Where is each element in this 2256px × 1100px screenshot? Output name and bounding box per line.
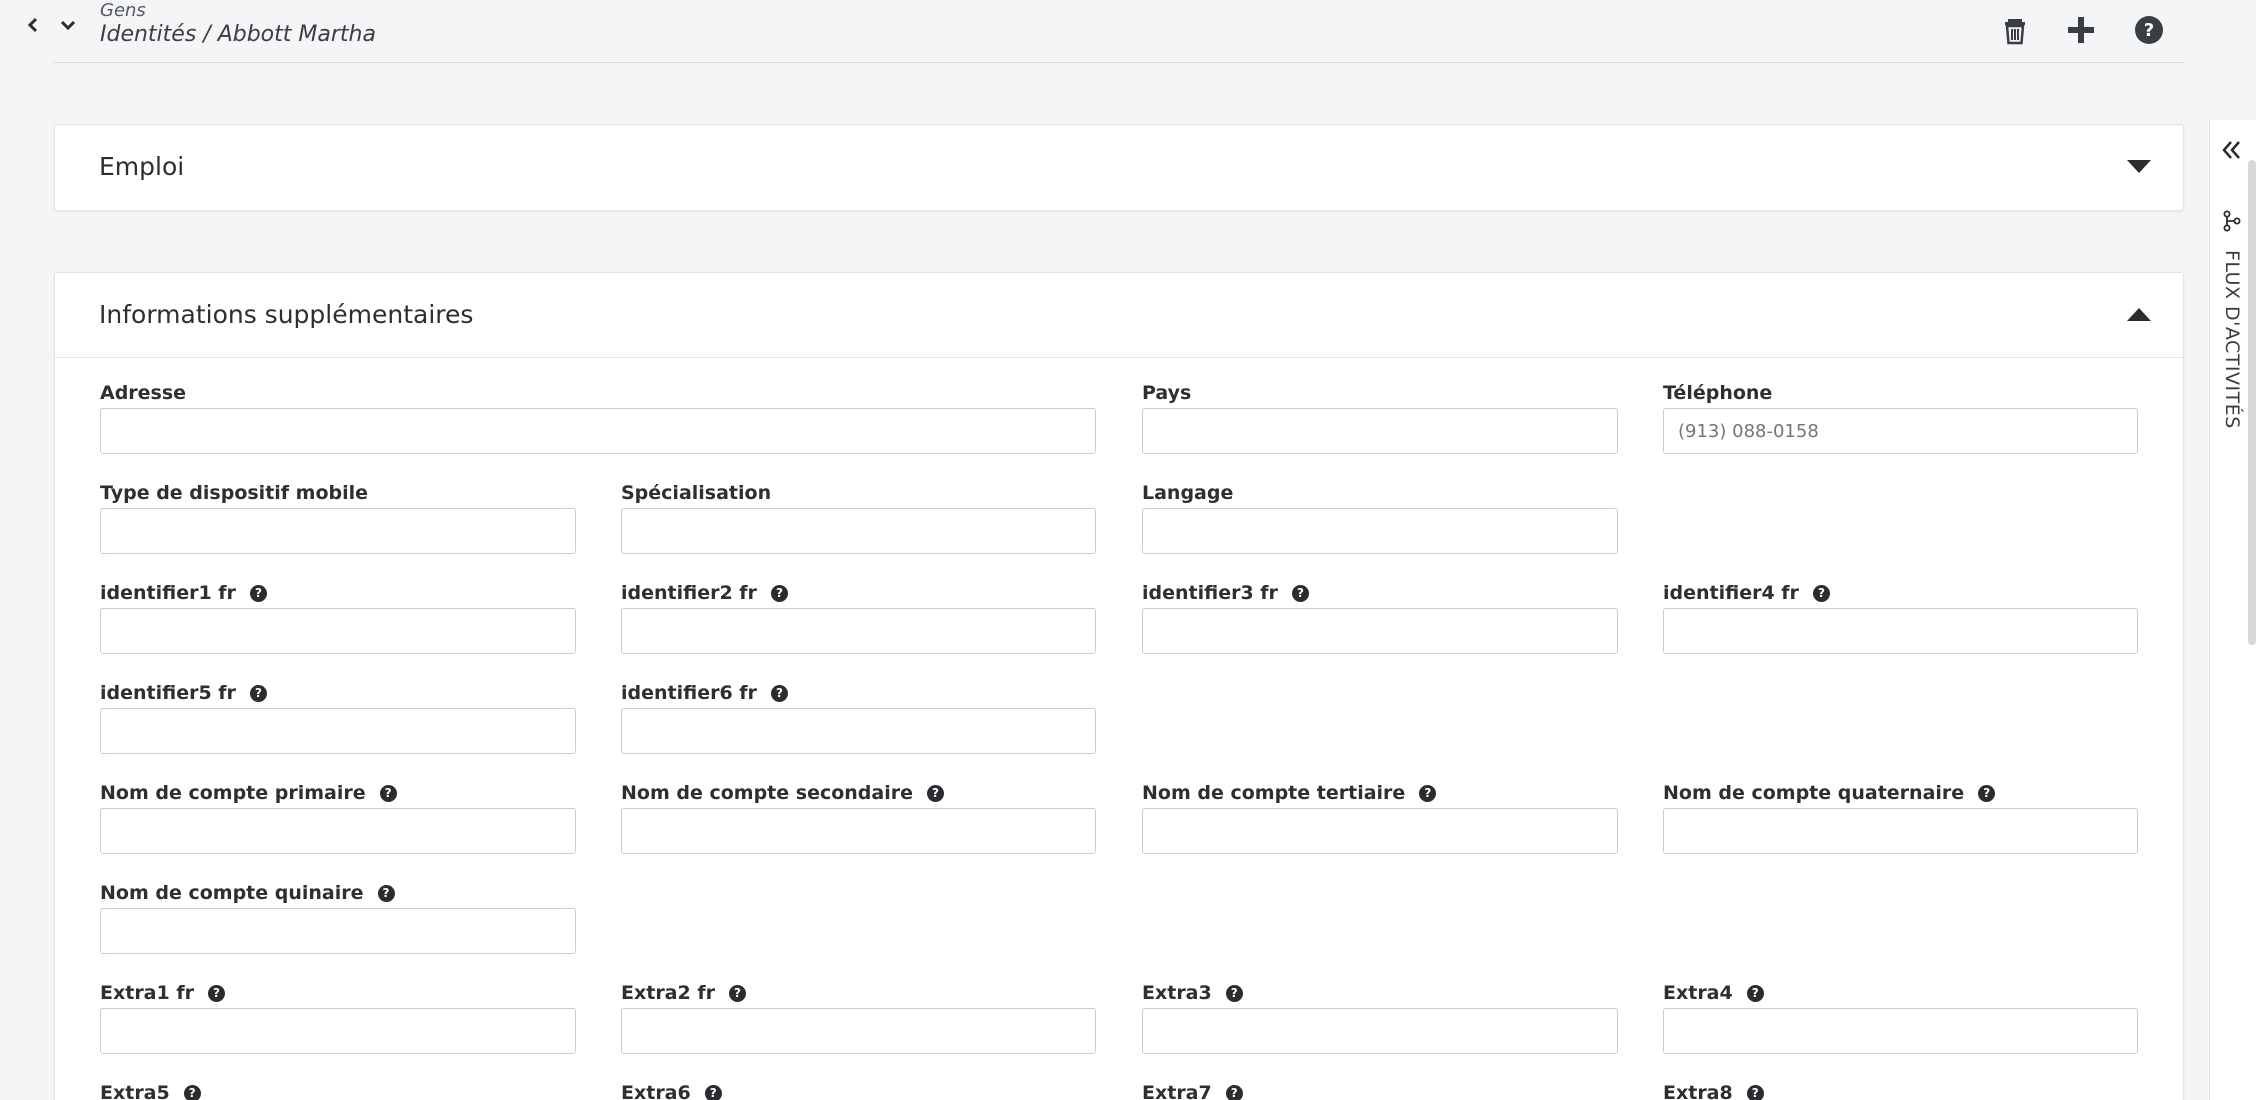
specialization-label: Spécialisation xyxy=(621,482,772,504)
extra3-label: Extra3? xyxy=(1142,982,1243,1004)
help-icon[interactable]: ? xyxy=(1812,584,1830,602)
mobile-device-type-input[interactable] xyxy=(100,508,576,554)
help-icon[interactable]: ? xyxy=(249,584,267,602)
panel-divider xyxy=(55,357,2183,358)
identifier5-label: identifier5 fr? xyxy=(100,682,267,704)
chevron-down-icon xyxy=(60,20,76,31)
language-input[interactable] xyxy=(1142,508,1618,554)
address-input[interactable] xyxy=(100,408,1096,454)
extra4-label: Extra4? xyxy=(1663,982,1764,1004)
employment-panel-header[interactable]: Emploi xyxy=(55,125,2183,209)
country-input[interactable] xyxy=(1142,408,1618,454)
account-tertiary-label: Nom de compte tertiaire? xyxy=(1142,782,1437,804)
identifier2-input[interactable] xyxy=(621,608,1096,654)
identifier4-input[interactable] xyxy=(1663,608,2138,654)
help-icon[interactable]: ? xyxy=(377,884,395,902)
extra1-label: Extra1 fr? xyxy=(100,982,225,1004)
phone-input[interactable] xyxy=(1663,408,2138,454)
chevron-left-icon xyxy=(27,17,38,33)
help-icon[interactable]: ? xyxy=(1225,984,1243,1002)
identifier6-input[interactable] xyxy=(621,708,1096,754)
double-chevron-left-icon xyxy=(2222,141,2240,159)
help-icon[interactable]: ? xyxy=(1291,584,1309,602)
activity-feed-tab[interactable]: FLUX D'ACTIVITÉS xyxy=(2212,204,2252,444)
scrollbar-thumb[interactable] xyxy=(2248,160,2256,645)
account-quaternary-input[interactable] xyxy=(1663,808,2138,854)
mobile-device-type-label: Type de dispositif mobile xyxy=(100,482,369,504)
expand-caret-icon[interactable] xyxy=(2125,155,2153,179)
account-primary-label: Nom de compte primaire? xyxy=(100,782,397,804)
trash-icon xyxy=(2005,19,2025,45)
help-icon[interactable]: ? xyxy=(770,684,788,702)
help-icon[interactable]: ? xyxy=(207,984,225,1002)
expand-side-panel-button[interactable] xyxy=(2218,136,2246,164)
extra2-label: Extra2 fr? xyxy=(621,982,746,1004)
help-icon[interactable]: ? xyxy=(704,1084,722,1100)
help-icon[interactable]: ? xyxy=(728,984,746,1002)
next-record-button[interactable] xyxy=(53,10,83,40)
employment-panel-title: Emploi xyxy=(99,152,185,181)
help-icon[interactable]: ? xyxy=(1746,984,1764,1002)
help-icon[interactable]: ? xyxy=(1419,784,1437,802)
help-icon[interactable]: ? xyxy=(927,784,944,802)
help-icon[interactable]: ? xyxy=(183,1084,201,1100)
activity-feed-label: FLUX D'ACTIVITÉS xyxy=(2221,250,2243,429)
account-secondary-label: Nom de compte secondaire? xyxy=(621,782,944,804)
identifier4-label: identifier4 fr? xyxy=(1663,582,1830,604)
account-quinary-label: Nom de compte quinaire? xyxy=(100,882,395,904)
help-icon[interactable]: ? xyxy=(770,584,788,602)
help-icon[interactable]: ? xyxy=(249,684,267,702)
help-icon[interactable]: ? xyxy=(379,784,397,802)
collapse-caret-icon[interactable] xyxy=(2125,303,2153,327)
account-primary-input[interactable] xyxy=(100,808,576,854)
help-icon[interactable]: ? xyxy=(1978,784,1996,802)
activity-flow-icon xyxy=(2223,210,2241,232)
extra8-label: Extra8? xyxy=(1663,1082,1764,1100)
extra5-label: Extra5? xyxy=(100,1082,201,1100)
help-icon[interactable]: ? xyxy=(1225,1084,1243,1100)
identifier3-input[interactable] xyxy=(1142,608,1618,654)
account-quinary-input[interactable] xyxy=(100,908,576,954)
additional-info-panel-title: Informations supplémentaires xyxy=(99,300,474,329)
identifier2-label: identifier2 fr? xyxy=(621,582,788,604)
header-divider xyxy=(54,62,2184,63)
extra2-input[interactable] xyxy=(621,1008,1096,1054)
account-quaternary-label: Nom de compte quaternaire? xyxy=(1663,782,1996,804)
phone-label: Téléphone xyxy=(1663,382,1773,404)
breadcrumb-parent[interactable]: Gens xyxy=(100,0,146,21)
country-label: Pays xyxy=(1142,382,1192,404)
previous-record-button[interactable] xyxy=(18,10,48,40)
help-circle-icon: ? xyxy=(2135,16,2163,44)
account-secondary-input[interactable] xyxy=(621,808,1096,854)
help-button[interactable]: ? xyxy=(2129,10,2169,50)
identifier1-label: identifier1 fr? xyxy=(100,582,267,604)
specialization-input[interactable] xyxy=(621,508,1096,554)
delete-button[interactable] xyxy=(1995,10,2035,50)
account-tertiary-input[interactable] xyxy=(1142,808,1618,854)
extra1-input[interactable] xyxy=(100,1008,576,1054)
breadcrumb: Identités / Abbott Martha xyxy=(100,22,376,47)
plus-icon xyxy=(2068,17,2094,43)
language-label: Langage xyxy=(1142,482,1234,504)
identifier1-input[interactable] xyxy=(100,608,576,654)
extra6-label: Extra6? xyxy=(621,1082,722,1100)
identifier6-label: identifier6 fr? xyxy=(621,682,788,704)
additional-info-panel-header[interactable]: Informations supplémentaires xyxy=(55,273,2183,357)
additional-info-panel: Informations supplémentaires xyxy=(54,272,2184,1100)
extra4-input[interactable] xyxy=(1663,1008,2138,1054)
help-icon[interactable]: ? xyxy=(1746,1084,1764,1100)
svg-text:?: ? xyxy=(2144,20,2154,41)
top-header: Gens Identités / Abbott Martha ? xyxy=(0,0,2184,64)
identifier3-label: identifier3 fr? xyxy=(1142,582,1309,604)
extra7-label: Extra7? xyxy=(1142,1082,1243,1100)
address-label: Adresse xyxy=(100,382,187,404)
extra3-input[interactable] xyxy=(1142,1008,1618,1054)
employment-panel: Emploi xyxy=(54,124,2184,211)
add-button[interactable] xyxy=(2061,10,2101,50)
identifier5-input[interactable] xyxy=(100,708,576,754)
